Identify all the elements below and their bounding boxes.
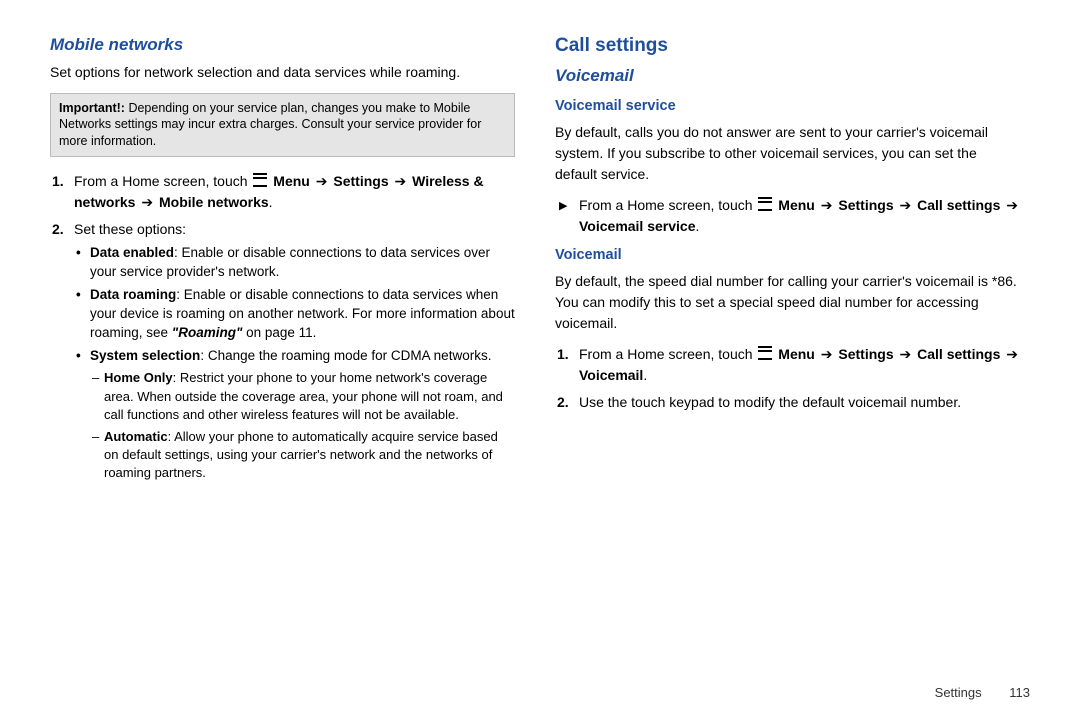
step2-bullets: Data enabled: Enable or disable connecti…: [74, 244, 515, 482]
vs-menu: Menu: [778, 197, 815, 213]
heading-mobile-networks: Mobile networks: [50, 32, 515, 58]
menu-icon: [253, 173, 267, 187]
period: .: [643, 367, 647, 383]
vm-step1-prefix: From a Home screen, touch: [579, 346, 756, 362]
vm-voicemail: Voicemail: [579, 367, 643, 383]
bullet-data-roaming-label: Data roaming: [90, 287, 176, 302]
vs-settings: Settings: [838, 197, 893, 213]
heading-call-settings: Call settings: [555, 32, 1020, 61]
vm-settings: Settings: [838, 346, 893, 362]
footer-section: Settings: [935, 685, 982, 700]
step1-settings: Settings: [333, 173, 388, 189]
system-selection-dashes: Home Only: Restrict your phone to your h…: [90, 369, 515, 482]
vs-step: From a Home screen, touch Menu ➔ Setting…: [579, 195, 1020, 237]
bullet-system-selection-text: : Change the roaming mode for CDMA netwo…: [200, 348, 491, 363]
bullet-system-selection: System selection: Change the roaming mod…: [90, 347, 515, 483]
arrow-icon: ➔: [821, 346, 833, 362]
step1-menu: Menu: [273, 173, 310, 189]
voicemail-steps: From a Home screen, touch Menu ➔ Setting…: [555, 344, 1020, 413]
arrow-icon: ➔: [1006, 346, 1018, 362]
vs-voicemail-service: Voicemail service: [579, 218, 695, 234]
voicemail2-text: By default, the speed dial number for ca…: [555, 271, 1020, 334]
period: .: [695, 218, 699, 234]
heading-voicemail-service: Voicemail service: [555, 96, 1020, 118]
arrow-icon: ➔: [900, 346, 912, 362]
bullet-data-roaming-tail: on page 11.: [242, 325, 316, 340]
dash-home-only: Home Only: Restrict your phone to your h…: [104, 369, 515, 424]
dash-automatic-label: Automatic: [104, 429, 168, 444]
mobile-networks-intro: Set options for network selection and da…: [50, 62, 515, 83]
menu-icon: [758, 197, 772, 211]
menu-icon: [758, 346, 772, 360]
footer-page-number: 113: [1009, 685, 1030, 700]
vm-step-1: From a Home screen, touch Menu ➔ Setting…: [579, 344, 1020, 386]
bullet-data-enabled: Data enabled: Enable or disable connecti…: [90, 244, 515, 282]
heading-voicemail2: Voicemail: [555, 245, 1020, 267]
arrow-icon: ➔: [316, 173, 328, 189]
page: Mobile networks Set options for network …: [0, 0, 1080, 720]
vm-menu: Menu: [778, 346, 815, 362]
arrow-icon: ➔: [395, 173, 407, 189]
right-column: Call settings Voicemail Voicemail servic…: [535, 32, 1040, 700]
step-1: From a Home screen, touch Menu ➔ Setting…: [74, 171, 515, 213]
vs-step-prefix: From a Home screen, touch: [579, 197, 756, 213]
mobile-networks-steps: From a Home screen, touch Menu ➔ Setting…: [50, 171, 515, 482]
arrow-icon: ➔: [141, 194, 153, 210]
arrow-icon: ➔: [1006, 197, 1018, 213]
step1-prefix: From a Home screen, touch: [74, 173, 251, 189]
bullet-system-selection-label: System selection: [90, 348, 200, 363]
dash-home-only-label: Home Only: [104, 370, 173, 385]
vm-step-2: Use the touch keypad to modify the defau…: [579, 392, 1020, 413]
heading-voicemail: Voicemail: [555, 63, 1020, 89]
dash-automatic: Automatic: Allow your phone to automatic…: [104, 428, 515, 483]
page-footer: Settings 113: [935, 685, 1030, 700]
vm-step2-text: Use the touch keypad to modify the defau…: [579, 394, 961, 410]
arrow-icon: ➔: [821, 197, 833, 213]
bullet-data-enabled-label: Data enabled: [90, 245, 174, 260]
left-column: Mobile networks Set options for network …: [30, 32, 535, 700]
step-2: Set these options: Data enabled: Enable …: [74, 219, 515, 482]
important-note: Important!: Depending on your service pl…: [50, 93, 515, 158]
bullet-data-roaming: Data roaming: Enable or disable connecti…: [90, 286, 515, 343]
important-label: Important!:: [59, 101, 125, 115]
voicemail-service-text: By default, calls you do not answer are …: [555, 122, 1020, 185]
vm-call-settings: Call settings: [917, 346, 1000, 362]
arrow-icon: ➔: [900, 197, 912, 213]
period: .: [269, 194, 273, 210]
voicemail-service-steps: From a Home screen, touch Menu ➔ Setting…: [555, 195, 1020, 237]
roaming-ref: "Roaming": [172, 325, 243, 340]
vs-call-settings: Call settings: [917, 197, 1000, 213]
step2-text: Set these options:: [74, 221, 186, 237]
step1-mobile: Mobile networks: [159, 194, 269, 210]
